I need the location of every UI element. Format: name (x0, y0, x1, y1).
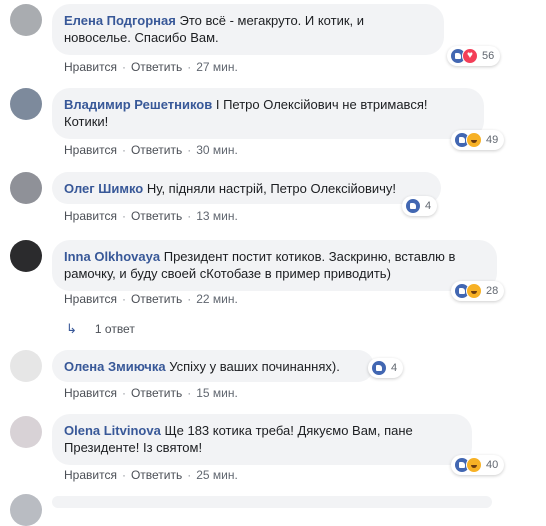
like-link[interactable]: Нравится (64, 386, 117, 400)
avatar[interactable] (10, 88, 42, 120)
like-link[interactable]: Нравится (64, 209, 117, 223)
timestamp-link[interactable]: 13 мин. (196, 209, 238, 223)
reply-arrow-icon: ↳ (66, 321, 77, 336)
haha-reaction-icon (466, 132, 482, 148)
separator: · (121, 386, 126, 400)
reply-link[interactable]: Ответить (131, 143, 182, 157)
timestamp-link[interactable]: 27 мин. (196, 60, 238, 74)
haha-reaction-icon (466, 457, 482, 473)
reaction-summary[interactable]: 4 (402, 196, 438, 216)
separator: · (187, 60, 192, 74)
like-link[interactable]: Нравится (64, 143, 117, 157)
like-reaction-icon (405, 198, 421, 214)
comment-actions: Нравится · Ответить · 30 мин. (64, 143, 238, 157)
like-link[interactable]: Нравится (64, 468, 117, 482)
comment-author[interactable]: Olena Litvinova (64, 423, 161, 438)
avatar[interactable] (10, 4, 42, 36)
reaction-summary[interactable]: 40 (451, 455, 505, 475)
timestamp-link[interactable]: 25 мин. (196, 468, 238, 482)
reply-link[interactable]: Ответить (131, 209, 182, 223)
reply-link[interactable]: Ответить (131, 60, 182, 74)
timestamp-link[interactable]: 15 мин. (196, 386, 238, 400)
separator: · (121, 143, 126, 157)
comment-actions: Нравится · Ответить · 27 мин. (64, 60, 238, 74)
avatar[interactable] (10, 494, 42, 526)
separator: · (121, 209, 126, 223)
reaction-count: 56 (482, 50, 495, 62)
reaction-summary[interactable]: 28 (451, 281, 505, 301)
love-reaction-icon (462, 48, 478, 64)
reply-link[interactable]: Ответить (131, 468, 182, 482)
comment-author[interactable]: Елена Подгорная (64, 13, 176, 28)
comment-bubble: Inna Olkhovaya Президент постит котиков.… (52, 240, 497, 291)
reply-link[interactable]: Ответить (131, 292, 182, 306)
separator: · (187, 292, 192, 306)
comment-author[interactable]: Inna Olkhovaya (64, 249, 160, 264)
comment-actions: Нравится · Ответить · 13 мин. (64, 209, 238, 223)
reaction-summary[interactable]: 49 (451, 130, 505, 150)
reaction-summary[interactable]: 56 (447, 46, 501, 66)
replies-count[interactable]: 1 ответ (95, 322, 135, 336)
separator: · (187, 143, 192, 157)
haha-reaction-icon (466, 283, 482, 299)
separator: · (121, 292, 126, 306)
timestamp-link[interactable]: 30 мин. (196, 143, 238, 157)
comment-actions: Нравится · Ответить · 22 мин. (64, 292, 238, 306)
comment-author[interactable]: Олег Шимко (64, 181, 143, 196)
separator: · (187, 386, 192, 400)
comment-author[interactable]: Олена Змиючка (64, 359, 166, 374)
comment-actions: Нравится · Ответить · 25 мин. (64, 468, 238, 482)
separator: · (187, 468, 192, 482)
comment-bubble (52, 496, 492, 508)
comment-bubble: Елена Подгорная Это всё - мегакруто. И к… (52, 4, 444, 55)
comment-author[interactable]: Владимир Решетников (64, 97, 212, 112)
like-link[interactable]: Нравится (64, 60, 117, 74)
like-reaction-icon (371, 360, 387, 376)
reaction-summary[interactable]: 4 (368, 358, 404, 378)
separator: · (121, 60, 126, 74)
comment-bubble: Olena Litvinova Ще 183 котика треба! Дяк… (52, 414, 472, 465)
comment-bubble: Олег Шимко Ну, підняли настрій, Петро Ол… (52, 172, 441, 204)
timestamp-link[interactable]: 22 мин. (196, 292, 238, 306)
reaction-count: 28 (486, 285, 499, 297)
comment-actions: Нравится · Ответить · 15 мин. (64, 386, 238, 400)
avatar[interactable] (10, 416, 42, 448)
reaction-count: 40 (486, 459, 499, 471)
comment-text: Ну, підняли настрій, Петро Олексійовичу! (146, 181, 397, 196)
reaction-count: 4 (391, 362, 398, 374)
avatar[interactable] (10, 350, 42, 382)
comment-text: Успіху у ваших починаннях). (169, 359, 340, 374)
comment-bubble: Олена Змиючка Успіху у ваших починаннях)… (52, 350, 374, 382)
view-replies-link[interactable]: ↳ 1 ответ (66, 321, 135, 337)
reaction-count: 4 (425, 200, 432, 212)
separator: · (121, 468, 126, 482)
avatar[interactable] (10, 172, 42, 204)
reaction-count: 49 (486, 134, 499, 146)
reply-link[interactable]: Ответить (131, 386, 182, 400)
avatar[interactable] (10, 240, 42, 272)
like-link[interactable]: Нравится (64, 292, 117, 306)
separator: · (187, 209, 192, 223)
comment-bubble: Владимир Решетников І Петро Олексійович … (52, 88, 484, 139)
